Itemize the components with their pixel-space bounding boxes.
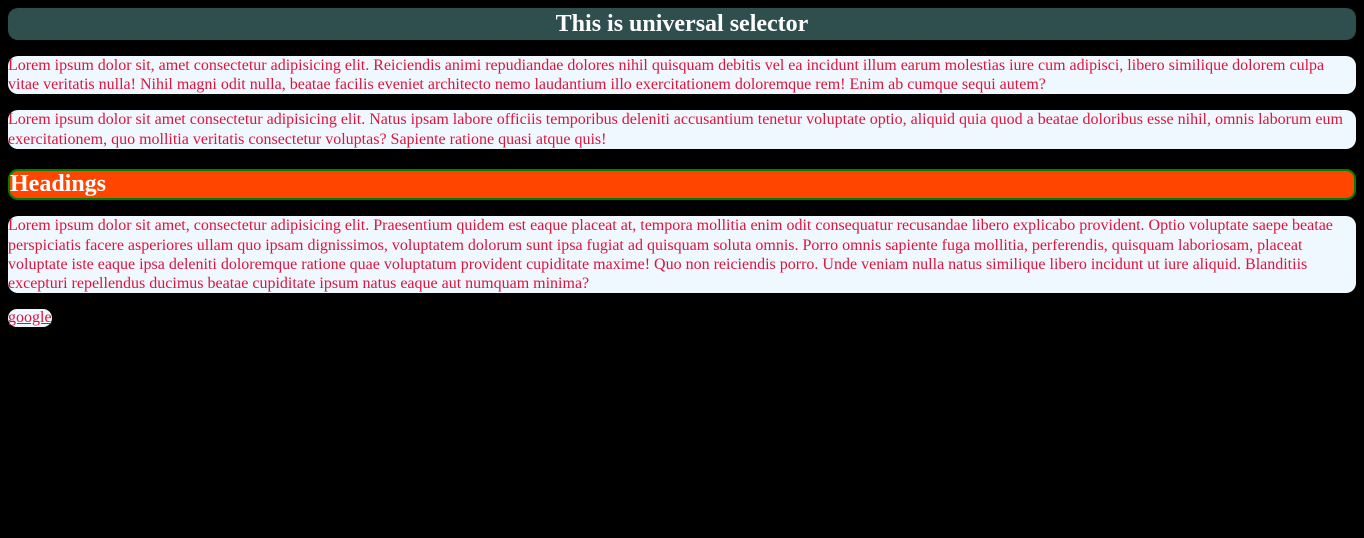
link-container: google [8,309,52,327]
sub-heading: Headings [8,169,1356,201]
paragraph-3: Lorem ipsum dolor sit amet, consectetur … [8,216,1356,293]
google-link[interactable]: google [8,309,52,327]
page-title: This is universal selector [8,8,1356,40]
paragraph-1: Lorem ipsum dolor sit, amet consectetur … [8,56,1356,94]
paragraph-2: Lorem ipsum dolor sit amet consectetur a… [8,110,1356,148]
